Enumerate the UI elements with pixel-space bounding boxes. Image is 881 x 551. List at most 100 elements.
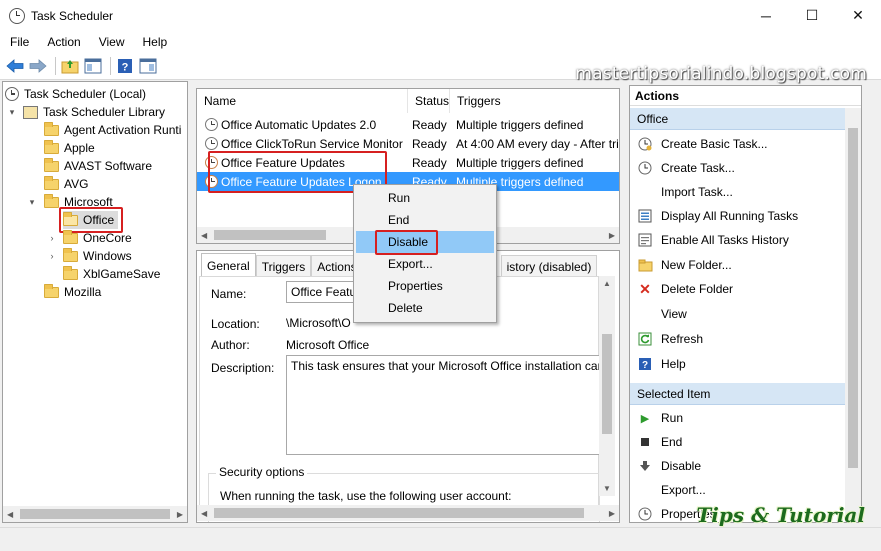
action-new-folder[interactable]: New Folder...: [630, 253, 861, 277]
tree-root[interactable]: Task Scheduler (Local): [5, 85, 146, 103]
chevron-right-icon[interactable]: ›: [47, 233, 57, 243]
svg-text:?: ?: [122, 62, 129, 74]
action-delete-folder[interactable]: ✕ Delete Folder: [630, 277, 861, 301]
context-menu-delete[interactable]: Delete: [356, 297, 494, 319]
tab-general[interactable]: General: [201, 253, 256, 277]
security-options-text: When running the task, use the following…: [220, 489, 512, 503]
tree-folder-avast[interactable]: AVAST Software: [44, 157, 152, 175]
task-icon: [205, 118, 218, 131]
action-run[interactable]: ▶ Run: [630, 406, 861, 430]
description-field[interactable]: This task ensures that your Microsoft Of…: [286, 355, 600, 455]
create-task-icon: [637, 160, 653, 176]
description-text: This task ensures that your Microsoft Of…: [291, 359, 600, 373]
folder-icon: [44, 193, 59, 208]
column-header-triggers[interactable]: Triggers: [450, 89, 619, 113]
chevron-right-icon[interactable]: ›: [47, 251, 57, 261]
tree-horizontal-scrollbar[interactable]: ◀ ▶: [3, 506, 187, 522]
action-refresh[interactable]: Refresh: [630, 327, 861, 351]
close-button[interactable]: ✕: [835, 0, 881, 31]
maximize-button[interactable]: ☐: [789, 0, 835, 31]
scrollbar-thumb[interactable]: [848, 128, 858, 468]
action-create-basic-task[interactable]: Create Basic Task...: [630, 132, 861, 156]
scrollbar-thumb[interactable]: [214, 230, 326, 240]
chevron-down-icon[interactable]: ▾: [7, 107, 17, 118]
tree-folder-label: OneCore: [83, 231, 132, 245]
tree-folder-label: Apple: [64, 141, 95, 155]
action-enable-tasks-history[interactable]: Enable All Tasks History: [630, 228, 861, 252]
running-tasks-icon: [637, 208, 653, 224]
scroll-right-icon[interactable]: ▶: [609, 231, 615, 240]
action-label: Refresh: [661, 332, 704, 346]
action-create-task[interactable]: Create Task...: [630, 156, 861, 180]
scrollbar-thumb[interactable]: [20, 509, 170, 519]
minimize-button[interactable]: ─: [743, 0, 789, 31]
context-menu-run[interactable]: Run: [356, 187, 494, 209]
details-vertical-scrollbar[interactable]: ▲ ▼: [599, 276, 615, 496]
action-import-task[interactable]: Import Task...: [630, 180, 861, 204]
tree-folder-label: XblGameSave: [83, 267, 161, 281]
action-label: Help: [661, 357, 686, 371]
menu-action[interactable]: Action: [38, 35, 89, 49]
back-icon[interactable]: [5, 56, 25, 76]
show-hide-tree-icon[interactable]: [83, 56, 103, 76]
task-status: Ready: [412, 136, 447, 151]
tree-folder-agent-activation[interactable]: Agent Activation Runti: [44, 121, 181, 139]
up-folder-icon[interactable]: [60, 56, 80, 76]
scroll-left-icon[interactable]: ◀: [201, 509, 207, 518]
scroll-left-icon[interactable]: ◀: [7, 510, 13, 519]
scroll-left-icon[interactable]: ◀: [201, 231, 207, 240]
tree-library[interactable]: ▾ Task Scheduler Library: [7, 103, 165, 121]
scrollbar-thumb[interactable]: [602, 334, 612, 434]
disable-icon: [637, 458, 653, 474]
action-display-running-tasks[interactable]: Display All Running Tasks: [630, 204, 861, 228]
tab-triggers[interactable]: Triggers: [255, 255, 312, 277]
column-header-status[interactable]: Status: [408, 89, 450, 113]
action-help[interactable]: ? Help: [630, 352, 861, 376]
end-icon: [637, 434, 653, 450]
scrollbar-thumb[interactable]: [214, 508, 584, 518]
actions-vertical-scrollbar[interactable]: [845, 108, 861, 522]
tree-folder-apple[interactable]: Apple: [44, 139, 95, 157]
folder-icon: [63, 265, 78, 280]
location-value: \Microsoft\O: [286, 316, 351, 330]
action-end[interactable]: End: [630, 430, 861, 454]
actions-section-office[interactable]: Office ▲: [630, 108, 861, 130]
action-export[interactable]: Export...: [630, 478, 861, 502]
tree-folder-windows[interactable]: › Windows: [47, 247, 132, 265]
watermark-text: mastertipsorialindo.blogspot.com: [575, 64, 867, 84]
context-menu-end[interactable]: End: [356, 209, 494, 231]
chevron-down-icon[interactable]: ▾: [27, 197, 37, 208]
menu-help[interactable]: Help: [134, 35, 177, 49]
forward-icon[interactable]: [28, 56, 48, 76]
folder-icon: [44, 157, 59, 172]
menu-view[interactable]: View: [90, 35, 134, 49]
security-options-title: Security options: [216, 465, 308, 479]
help-toolbar-icon[interactable]: ?: [115, 56, 135, 76]
context-menu-export[interactable]: Export...: [356, 253, 494, 275]
scroll-down-icon[interactable]: ▼: [603, 484, 611, 493]
actions-section-selected-item[interactable]: Selected Item ▲: [630, 383, 861, 405]
scroll-right-icon[interactable]: ▶: [177, 510, 183, 519]
task-row[interactable]: Office Automatic Updates 2.0 Ready Multi…: [197, 115, 619, 134]
folder-icon: [44, 283, 59, 298]
name-field[interactable]: Office Featur: [286, 281, 356, 303]
menu-file[interactable]: File: [0, 35, 38, 49]
folder-icon: [63, 229, 78, 244]
column-header-name[interactable]: Name: [197, 89, 408, 113]
tree-folder-mozilla[interactable]: Mozilla: [44, 283, 101, 301]
author-value: Microsoft Office: [286, 338, 370, 352]
action-label: End: [661, 435, 683, 449]
action-view[interactable]: View ▶: [630, 302, 861, 326]
context-menu-properties[interactable]: Properties: [356, 275, 494, 297]
tree-folder-onecore[interactable]: › OneCore: [47, 229, 132, 247]
tree-library-label: Task Scheduler Library: [43, 105, 166, 119]
details-horizontal-scrollbar[interactable]: ◀ ▶: [197, 505, 619, 521]
show-hide-action-pane-icon[interactable]: [138, 56, 158, 76]
scroll-right-icon[interactable]: ▶: [609, 509, 615, 518]
tab-history[interactable]: istory (disabled): [500, 255, 598, 277]
tree-folder-xblgamesave[interactable]: XblGameSave: [63, 265, 160, 283]
tree-folder-avg[interactable]: AVG: [44, 175, 88, 193]
action-label: Display All Running Tasks: [661, 209, 799, 223]
scroll-up-icon[interactable]: ▲: [603, 279, 611, 288]
action-disable[interactable]: Disable: [630, 454, 861, 478]
